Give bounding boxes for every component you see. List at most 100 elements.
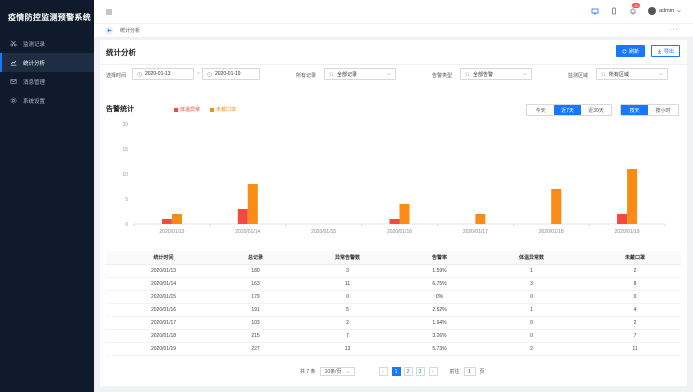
bar-fever: [237, 209, 248, 224]
sidebar-item-label: 消息管理: [23, 79, 46, 86]
table-cell: 1: [474, 303, 589, 317]
table-cell: 2020/01/13: [106, 264, 222, 278]
refresh-button[interactable]: 刷新: [616, 45, 645, 57]
date-start-value: 2020-01-13: [145, 71, 171, 77]
table-header-cell: 未戴口罩: [588, 251, 681, 265]
table-row: 2020/01/16 191 5 2.62% 1 4: [106, 303, 681, 317]
next-page-button[interactable]: ›: [428, 367, 438, 376]
mail-icon: [10, 78, 17, 85]
date-end-field[interactable]: 2020-01-19: [202, 68, 260, 80]
bell-icon[interactable]: 10: [629, 3, 641, 15]
date-start-field[interactable]: 2020-01-13: [132, 68, 194, 80]
table-cell: 180: [221, 264, 291, 278]
unit-day-button[interactable]: 按天: [621, 105, 648, 115]
sidebar-item-label: 监测记录: [23, 41, 46, 48]
table-cell: 2.62%: [405, 303, 474, 317]
page-button[interactable]: 2: [403, 367, 413, 376]
menu-toggle-icon[interactable]: [105, 8, 113, 16]
table-header-cell: 体温异常数: [474, 251, 589, 265]
table-cell: 103: [221, 316, 291, 330]
sidebar-item-2[interactable]: 消息管理: [0, 72, 94, 91]
type-filter-label: 告警类型: [432, 73, 453, 79]
chevron-down-icon: [659, 73, 663, 76]
user-name: admin: [659, 8, 674, 14]
table-cell: 163: [221, 277, 291, 291]
time-filter-label: 选择时间: [106, 73, 127, 79]
export-button[interactable]: 导出: [651, 45, 680, 57]
table-cell: 227: [221, 342, 291, 357]
export-label: 导出: [663, 48, 674, 55]
table-cell: 5: [290, 303, 405, 317]
bar-no-mask: [627, 169, 638, 224]
record-select[interactable]: 全部记录: [324, 68, 396, 80]
page-button[interactable]: 3: [415, 367, 425, 376]
table-cell: 179: [221, 290, 291, 304]
alarm-type-select[interactable]: 全部告警: [460, 68, 532, 80]
chevron-down-icon: [345, 370, 350, 373]
table-cell: 11: [290, 277, 405, 291]
prev-page-button[interactable]: ‹: [378, 367, 388, 376]
legend-swatch-no-mask: [210, 107, 214, 112]
x-tick-label: 2020/01/15: [311, 229, 336, 235]
table-cell: 1: [474, 264, 589, 278]
table-row: 2020/01/18 215 7 3.26% 0 7: [106, 329, 681, 344]
phone-icon[interactable]: [610, 7, 618, 15]
unit-hour-button[interactable]: 按小时: [648, 105, 678, 115]
area-select[interactable]: 所有区域: [596, 68, 668, 80]
table-header-cell: 异常告警数: [290, 251, 405, 265]
goto-suffix: 页: [479, 369, 485, 375]
tab-statistics[interactable]: 统计分析: [120, 27, 140, 34]
table-cell: 8: [588, 277, 681, 291]
table-cell: 11: [588, 342, 681, 357]
goto-page-input[interactable]: 1: [463, 367, 476, 376]
table-cell: 2: [588, 316, 681, 330]
table-cell: 13: [290, 342, 405, 357]
sidebar-item-label: 统计分析: [23, 60, 46, 67]
table-row: 2020/01/15 179 0 0% 0 0: [106, 290, 681, 304]
table-cell: 2020/01/14: [106, 277, 222, 291]
table-cell: 3: [474, 277, 589, 291]
sidebar-item-0[interactable]: 监测记录: [0, 34, 94, 53]
legend-item-fever: 体温异常: [174, 106, 200, 113]
x-tick-label: 2020/01/17: [463, 229, 488, 235]
range-today-button[interactable]: 今天: [527, 105, 554, 115]
back-button[interactable]: [105, 26, 113, 35]
bar-no-mask: [171, 214, 182, 224]
top-header: 10 admin: [94, 0, 693, 24]
legend-label-fever: 体温异常: [180, 107, 201, 113]
chevron-down-icon: [677, 9, 681, 13]
table-cell: 2: [474, 342, 589, 357]
alarm-type-value: 全部告警: [473, 71, 494, 78]
page-button[interactable]: 1: [391, 367, 401, 376]
table-cell: 3.26%: [405, 329, 474, 344]
bar-no-mask: [247, 184, 258, 224]
notification-badge: 10: [632, 3, 641, 8]
arrow-left-icon: [106, 28, 111, 33]
bar-fever: [161, 219, 172, 224]
fullscreen-icon[interactable]: [591, 7, 599, 15]
table-cell: 7: [588, 329, 681, 344]
table-cell: 7: [290, 329, 405, 344]
range-7days-button[interactable]: 近7天: [554, 105, 581, 115]
table-cell: 0: [474, 329, 589, 344]
chart-title: 告警统计: [106, 106, 134, 113]
user-menu[interactable]: admin: [648, 7, 681, 15]
refresh-label: 刷新: [628, 48, 639, 55]
table-row: 2020/01/17 103 2 1.94% 0 2: [106, 316, 681, 330]
table-cell: 0: [290, 290, 405, 304]
sidebar-item-1[interactable]: 统计分析: [0, 53, 94, 72]
table-cell: 1.94%: [405, 316, 474, 330]
more-menu[interactable]: ···: [669, 26, 679, 33]
table-cell: 2: [588, 264, 681, 278]
chevron-down-icon: [523, 73, 527, 76]
x-tick-label: 2020/01/18: [539, 229, 564, 235]
table-cell: 5.73%: [405, 342, 474, 357]
page-size-select[interactable]: 10条/页: [319, 367, 355, 376]
y-tick-label: 10: [122, 172, 128, 178]
range-30days-button[interactable]: 近30天: [581, 105, 611, 115]
table-header-cell: 统计时间: [106, 251, 222, 265]
table-cell: 2020/01/16: [106, 303, 222, 317]
bar-fever: [389, 219, 400, 224]
sidebar-item-3[interactable]: 系统设置: [0, 91, 94, 110]
unit-segment: 按天 按小时: [620, 104, 679, 116]
